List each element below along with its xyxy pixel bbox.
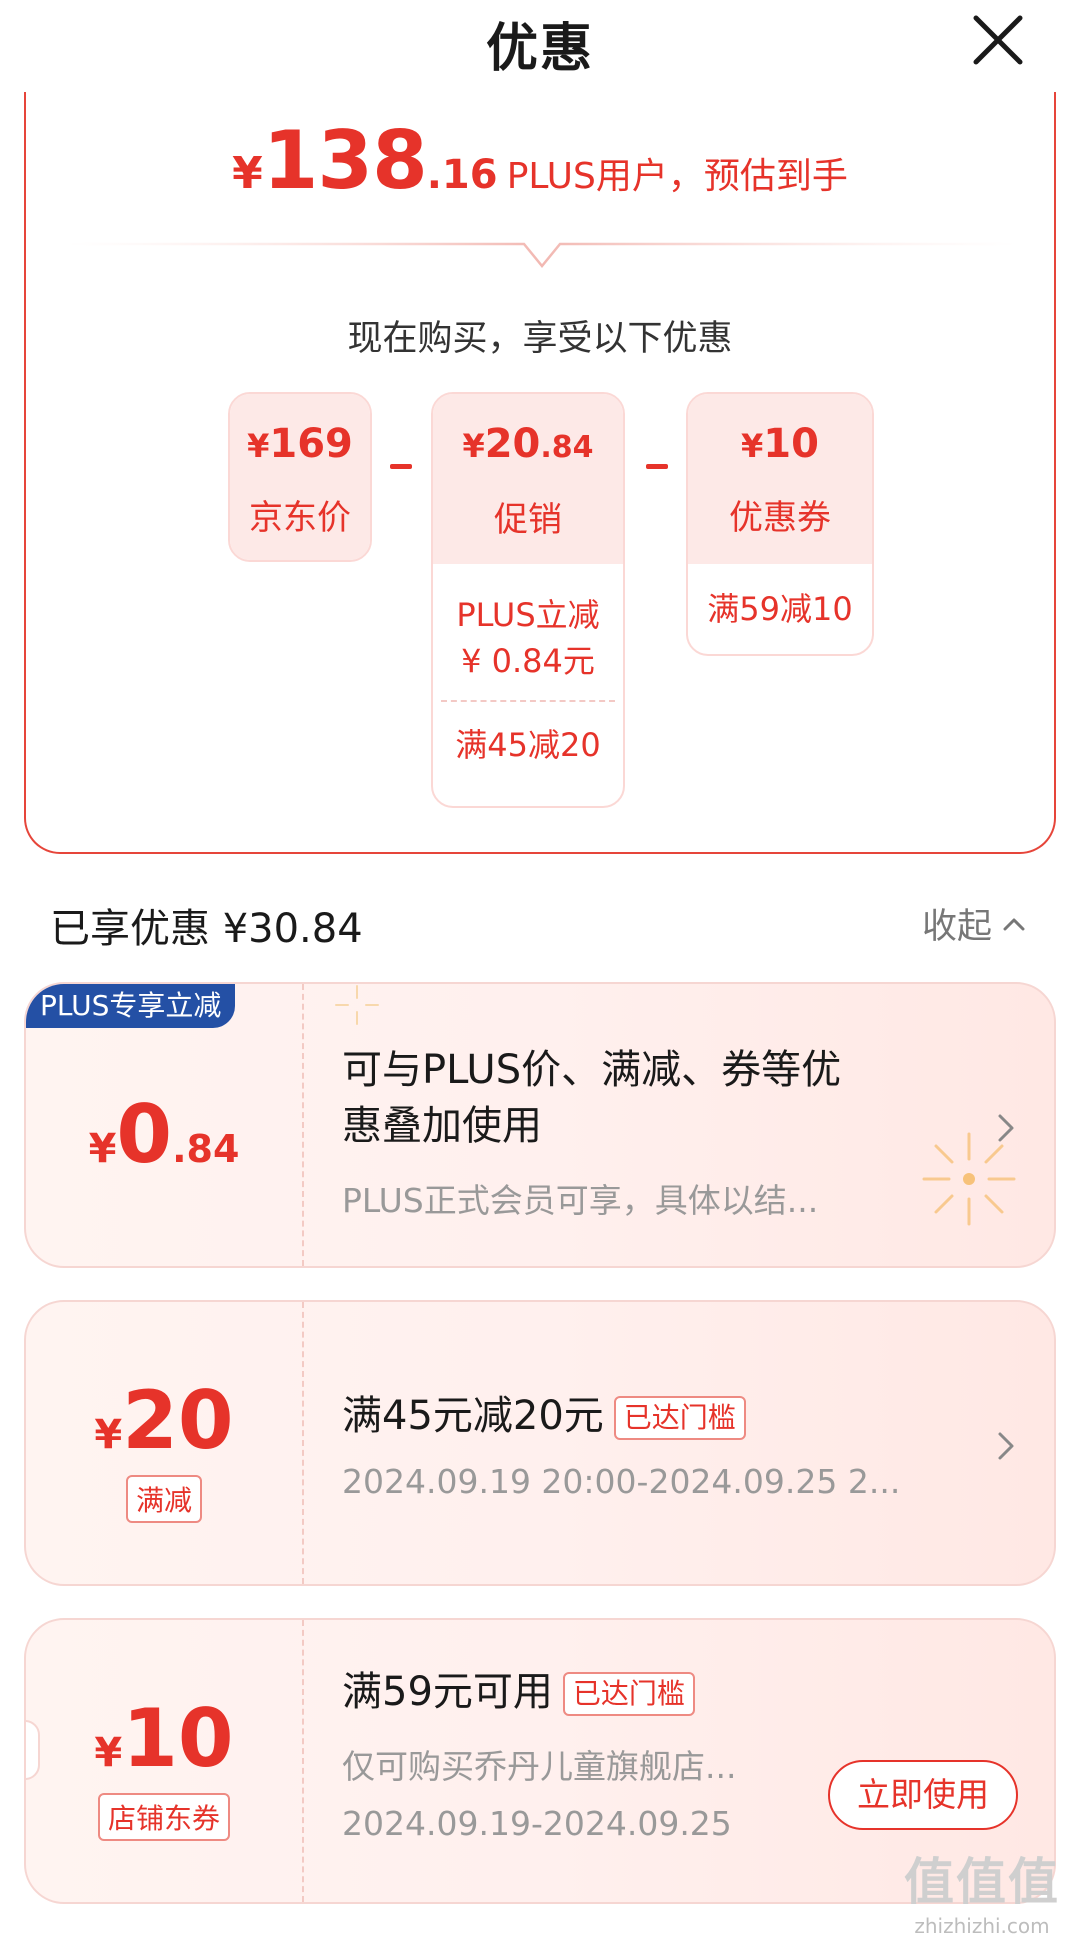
summary-subtitle: 现在购买，享受以下优惠 [347, 319, 733, 359]
header: 优惠 [0, 0, 1080, 92]
promotion-box: ¥20.84 促销 PLUS立减 ¥ 0.84元 满45减20 [431, 392, 625, 808]
dashed-separator [302, 1302, 304, 1584]
chevron-right-icon [998, 1432, 1014, 1460]
jd-price-amount: 169 [269, 421, 353, 467]
discount-page: 优惠 ¥138.16 PLUS用户，预估到手 现在购买，享受以下优惠 ¥169 … [0, 0, 1080, 1944]
plus-discount-value: ¥0.84 [88, 1088, 240, 1181]
store-coupon-value: ¥10 [94, 1692, 234, 1785]
plus-discount-amount: ¥ 0.84元 [461, 642, 595, 680]
jd-price-box: ¥169 京东价 [228, 392, 372, 562]
site-watermark: 值值值 zhizhizhi.com [904, 1853, 1060, 1938]
price-integer: 138 [262, 114, 428, 207]
estimated-price: ¥138.16 PLUS用户，预估到手 [26, 114, 1054, 207]
coupon-amount: 10 [763, 421, 819, 467]
price-summary-card: ¥138.16 PLUS用户，预估到手 现在购买，享受以下优惠 ¥169 京东价 [24, 92, 1056, 854]
coupon-label: 优惠券 [729, 498, 831, 538]
full-reduction-card[interactable]: ¥20 满减 满45元减20元 已达门槛 2024.09.19 20:00-202… [24, 1300, 1056, 1586]
chevron-right-icon [998, 1114, 1014, 1142]
threshold-reached-badge: 已达门槛 [613, 1396, 746, 1440]
store-coupon-period: 2024.09.19-2024.09.25 [342, 1804, 732, 1843]
full-reduction-tag: 满减 [125, 1475, 202, 1523]
price-note: PLUS用户，预估到手 [506, 156, 848, 197]
full-reduction-value: ¥20 [94, 1374, 234, 1467]
use-now-button[interactable]: 立即使用 [828, 1760, 1018, 1830]
minus-sign [390, 464, 412, 469]
price-currency: ¥ [232, 148, 263, 199]
full-reduction-period: 2024.09.19 20:00-2024.09.25 2... [342, 1462, 901, 1501]
store-coupon-scope: 仅可购买乔丹儿童旗舰店... [342, 1747, 737, 1786]
page-title: 优惠 [485, 19, 594, 79]
store-coupon-card[interactable]: ¥10 店铺东券 满59元可用 已达门槛 仅可购买乔丹儿童旗舰店... 2024.… [24, 1618, 1056, 1904]
full-reduction-title: 满45元减20元 已达门槛 [342, 1388, 746, 1444]
store-coupon-tag: 店铺东券 [97, 1793, 230, 1841]
full-reduction-detail: 满45减20 [455, 726, 601, 764]
chevron-up-icon [1003, 918, 1025, 930]
coupon-box: ¥10 优惠券 满59减10 [686, 392, 874, 656]
dashed-separator [302, 1620, 304, 1902]
plus-discount-desc: PLUS正式会员可享，具体以结... [342, 1181, 819, 1220]
threshold-reached-badge: 已达门槛 [562, 1672, 695, 1716]
promotion-label: 促销 [494, 500, 562, 540]
store-coupon-title: 满59元可用 已达门槛 [342, 1664, 695, 1720]
plus-discount-card[interactable]: PLUS专享立减 ¥0.84 可与PLUS价、满减、券等优 惠叠加使用 PLUS… [24, 982, 1056, 1268]
price-decimal: .16 [426, 152, 498, 198]
coupon-condition: 满59减10 [707, 590, 853, 628]
collapse-button[interactable]: 收起 [922, 898, 1026, 949]
plus-discount-title: 可与PLUS价、满减、券等优 惠叠加使用 [342, 1047, 842, 1149]
dashed-separator [302, 984, 304, 1266]
jd-price-label: 京东价 [249, 498, 351, 538]
plus-discount-detail: PLUS立减 [456, 596, 600, 634]
firework-icon [335, 985, 379, 1025]
collapse-label: 收起 [921, 907, 992, 947]
promotion-amount: 20 [484, 421, 541, 467]
close-icon[interactable] [968, 10, 1028, 70]
minus-sign [646, 464, 668, 469]
enjoyed-discount-total: 已享优惠 ¥30.84 [50, 906, 363, 952]
summary-divider [66, 242, 1018, 268]
